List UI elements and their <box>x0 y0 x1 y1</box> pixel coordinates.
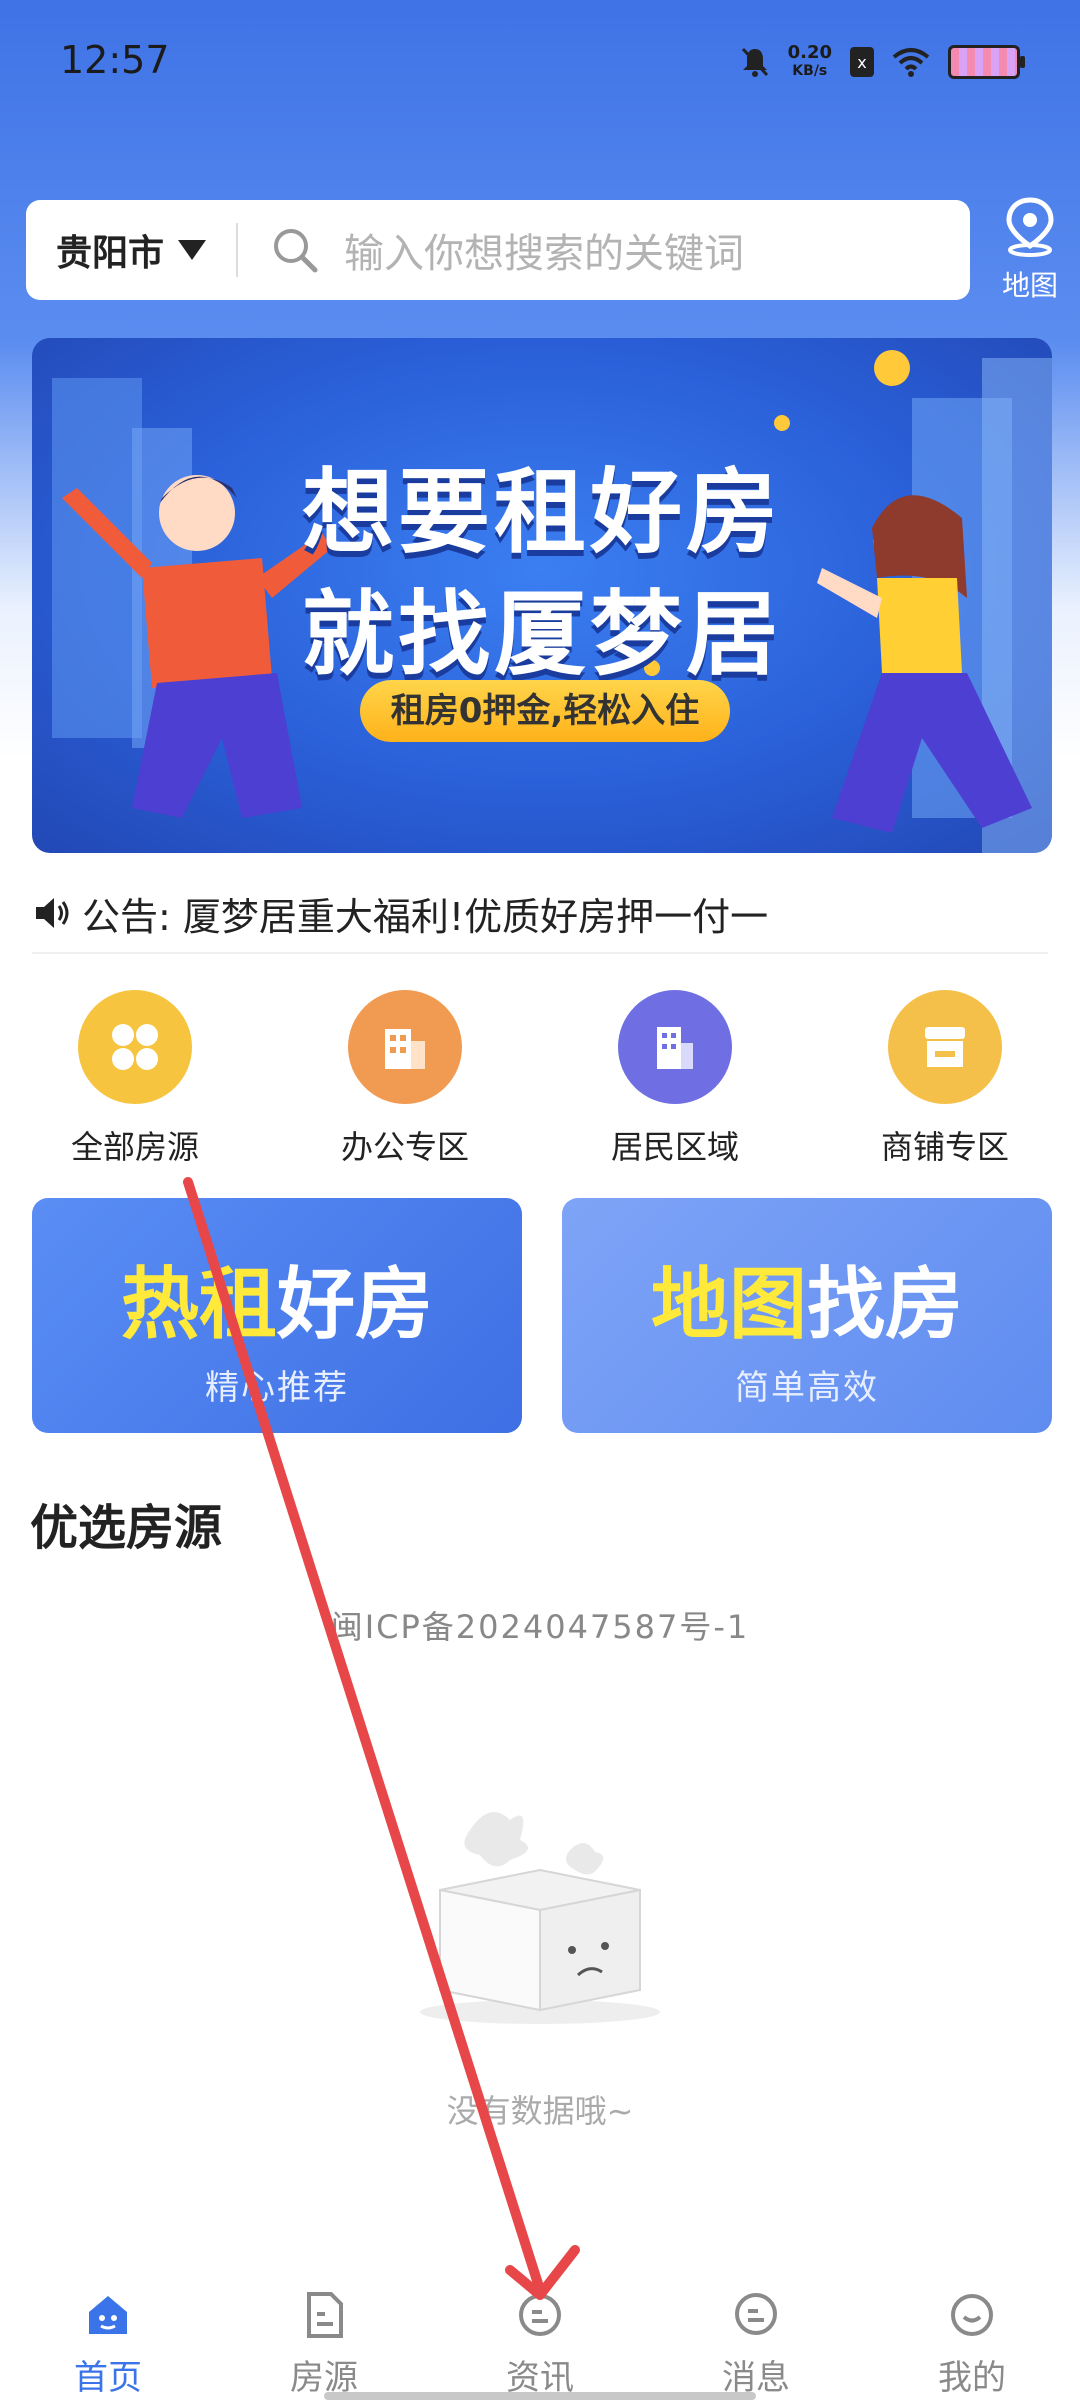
tab-listings[interactable]: 房源 <box>216 2268 432 2408</box>
category-label: 办公专区 <box>340 1128 469 1166</box>
grid-icon <box>78 990 192 1104</box>
category-grid: 全部房源 办公专区 居民区域 商铺专区 <box>0 990 1080 1170</box>
net-speed-unit: KB/s <box>792 63 828 79</box>
net-speed-value: 0.20 <box>787 42 832 63</box>
status-icons: 0.20 KB/s x <box>740 44 1025 80</box>
search-input[interactable]: 输入你想搜索的关键词 <box>344 221 744 279</box>
announcement-bar[interactable]: 公告: 厦梦居重大福利!优质好房押一付一 <box>32 874 1048 954</box>
empty-box-icon <box>420 1812 660 2024</box>
map-pin-icon <box>1006 197 1054 257</box>
search-divider <box>236 223 239 277</box>
home-icon <box>89 2296 127 2334</box>
promo-title-highlight: 地图 <box>650 1260 807 1350</box>
category-all-listings[interactable]: 全部房源 <box>0 990 270 1170</box>
tab-label: 我的 <box>938 2358 1006 2398</box>
map-label: 地图 <box>1001 269 1058 302</box>
home-indicator[interactable] <box>324 2392 756 2400</box>
wifi-icon <box>892 48 930 77</box>
city-name: 贵阳市 <box>56 233 165 274</box>
city-selector[interactable]: 贵阳市 <box>26 200 207 300</box>
category-label: 居民区域 <box>610 1128 739 1166</box>
message-icon <box>735 2293 777 2335</box>
listing-icon <box>307 2292 343 2338</box>
status-time: 12:57 <box>60 38 170 82</box>
banner-headline-2: 就找厦梦居 <box>301 581 782 688</box>
tab-news[interactable]: 资讯 <box>432 2268 648 2408</box>
icp-license: 闽ICP备2024047587号-1 <box>330 1608 750 1646</box>
promo-title-rest: 找房 <box>807 1260 964 1350</box>
promo-title: 热租好房 <box>32 1242 522 1354</box>
announcement-text: 公告: 厦梦居重大福利!优质好房押一付一 <box>82 894 769 939</box>
tab-profile[interactable]: 我的 <box>864 2268 1080 2408</box>
profile-icon <box>951 2294 993 2336</box>
promo-subtitle: 简单高效 <box>735 1368 879 1408</box>
banner-headline-1: 想要租好房 <box>301 459 782 566</box>
search-bar: 贵阳市 输入你想搜索的关键词 <box>26 200 970 300</box>
section-title: 优选房源 <box>30 1500 223 1556</box>
map-search-card[interactable]: 地图找房 简单高效 <box>562 1198 1052 1433</box>
bottom-tab-bar: 首页 房源 资讯 消息 我的 <box>0 2268 1080 2408</box>
category-label: 全部房源 <box>70 1128 199 1166</box>
promo-subtitle: 精心推荐 <box>205 1368 349 1408</box>
search-row: 贵阳市 输入你想搜索的关键词 地图 <box>26 197 1066 302</box>
category-residential[interactable]: 居民区域 <box>540 990 810 1170</box>
promo-banner[interactable]: 想要租好房 就找厦梦居 租房0押金,轻松入住 <box>32 338 1052 853</box>
battery-icon <box>948 45 1025 79</box>
tab-label: 首页 <box>74 2358 142 2398</box>
map-button[interactable]: 地图 <box>994 196 1066 304</box>
speaker-icon <box>36 898 69 928</box>
category-office[interactable]: 办公专区 <box>270 990 540 1170</box>
tab-messages[interactable]: 消息 <box>648 2268 864 2408</box>
tab-home[interactable]: 首页 <box>0 2268 216 2408</box>
news-icon <box>519 2294 561 2336</box>
category-label: 商铺专区 <box>880 1128 1009 1166</box>
status-bar: 12:57 0.20 KB/s x <box>0 0 1080 120</box>
office-building-icon <box>348 990 462 1104</box>
promo-title: 地图找房 <box>562 1242 1052 1354</box>
hot-rent-card[interactable]: 热租好房 精心推荐 <box>32 1198 522 1433</box>
search-icon <box>274 229 318 273</box>
net-speed: 0.20 KB/s <box>788 44 832 80</box>
chevron-down-icon <box>178 240 207 260</box>
promo-title-highlight: 热租 <box>120 1260 277 1350</box>
category-shops[interactable]: 商铺专区 <box>810 990 1080 1170</box>
residential-building-icon <box>618 990 732 1104</box>
mute-bell-icon <box>741 47 768 77</box>
promo-title-rest: 好房 <box>277 1260 434 1350</box>
empty-state-text: 没有数据哦~ <box>446 2092 634 2130</box>
shop-icon <box>888 990 1002 1104</box>
banner-tagline: 租房0押金,轻松入住 <box>360 680 730 742</box>
sim-icon: x <box>850 47 874 77</box>
